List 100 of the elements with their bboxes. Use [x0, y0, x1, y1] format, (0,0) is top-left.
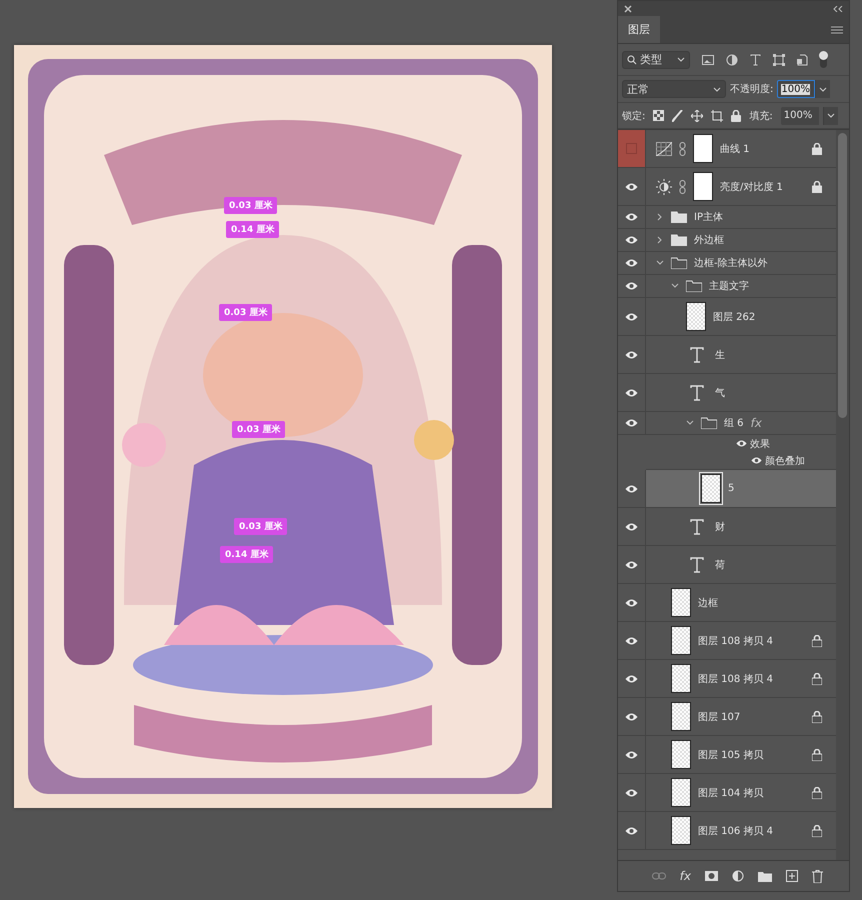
layer-row[interactable]: 荷	[618, 546, 836, 584]
layer-thumbnail[interactable]	[671, 740, 691, 769]
visibility-eye-icon[interactable]	[625, 182, 638, 190]
visibility-eye-icon[interactable]	[625, 636, 638, 644]
add-mask-icon[interactable]	[705, 871, 718, 881]
layer-thumbnail[interactable]	[671, 626, 691, 655]
blend-mode-dropdown[interactable]: 正常	[622, 80, 726, 98]
caret-icon	[819, 86, 828, 92]
visibility-eye-icon[interactable]	[751, 457, 762, 464]
layer-row[interactable]: 图层 104 拷贝	[618, 774, 836, 812]
visibility-eye-icon[interactable]	[625, 419, 638, 427]
fill-field[interactable]: 100%	[780, 106, 819, 124]
layer-name: 生	[715, 348, 725, 362]
opacity-label: 不透明度:	[730, 82, 774, 96]
visibility-eye-icon[interactable]	[625, 788, 638, 796]
type-filter-icon[interactable]	[750, 54, 761, 66]
measurement-label: 0.03 厘米	[219, 304, 272, 321]
layer-row[interactable]: 边框	[618, 584, 836, 622]
scrollbar-thumb[interactable]	[838, 133, 847, 418]
visibility-eye-icon[interactable]	[625, 259, 638, 267]
new-layer-icon[interactable]	[786, 870, 798, 882]
search-icon	[627, 54, 637, 64]
smart-object-filter-icon[interactable]	[797, 54, 808, 66]
visibility-eye-icon[interactable]	[625, 484, 638, 492]
layer-row[interactable]: 气	[618, 374, 836, 412]
layer-name: 图层 108 拷贝 4	[698, 634, 773, 648]
layer-row[interactable]: 图层 106 拷贝 4	[618, 812, 836, 850]
visibility-eye-icon[interactable]	[625, 388, 638, 396]
measurement-label: 0.03 厘米	[234, 518, 288, 535]
layer-thumbnail[interactable]	[671, 702, 691, 731]
layer-mask-thumbnail[interactable]	[693, 172, 713, 201]
lock-icon[interactable]	[731, 110, 742, 122]
layer-row[interactable]: 曲线 1	[618, 130, 836, 168]
layer-row[interactable]: 边框-除主体以外	[618, 252, 836, 275]
layer-row[interactable]: 图层 108 拷贝 4	[618, 660, 836, 698]
layer-thumbnail[interactable]	[701, 474, 721, 503]
layer-name: 5	[728, 483, 734, 494]
visibility-eye-icon[interactable]	[625, 213, 638, 221]
move-icon[interactable]	[691, 110, 704, 122]
folder-icon	[671, 211, 687, 223]
layer-mask-thumbnail[interactable]	[693, 134, 713, 163]
artboard-icon[interactable]	[711, 110, 724, 122]
visibility-toggle[interactable]	[626, 143, 637, 154]
layer-thumbnail[interactable]	[671, 816, 691, 845]
visibility-eye-icon[interactable]	[625, 282, 638, 290]
fill-dropdown[interactable]	[822, 106, 838, 124]
layers-tab[interactable]: 图层	[618, 16, 660, 43]
layer-name: 图层 105 拷贝	[698, 748, 764, 762]
layer-row[interactable]: 主题文字	[618, 275, 836, 298]
measurement-label: 0.03 厘米	[232, 421, 286, 438]
visibility-eye-icon[interactable]	[625, 350, 638, 358]
visibility-eye-icon[interactable]	[736, 440, 747, 447]
visibility-eye-icon[interactable]	[625, 674, 638, 682]
layer-row[interactable]: IP主体	[618, 206, 836, 229]
layer-name: 边框	[698, 596, 718, 610]
lock-transparency-icon[interactable]	[653, 110, 664, 121]
layer-row[interactable]: 图层 107	[618, 698, 836, 736]
layer-row[interactable]: 生	[618, 336, 836, 374]
visibility-eye-icon[interactable]	[625, 522, 638, 530]
measurement-label: 0.14 厘米	[220, 546, 274, 563]
trash-icon[interactable]	[812, 870, 823, 882]
adjustment-layer-icon[interactable]	[732, 870, 744, 882]
visibility-eye-icon[interactable]	[625, 750, 638, 758]
layer-name: 气	[715, 386, 725, 400]
visibility-eye-icon[interactable]	[625, 712, 638, 720]
visibility-eye-icon[interactable]	[625, 560, 638, 568]
visibility-eye-icon[interactable]	[625, 598, 638, 606]
layer-name: 主题文字	[709, 280, 749, 293]
filter-toggle[interactable]	[820, 51, 827, 68]
measurement-label: 0.03 厘米	[224, 197, 278, 214]
measurement-label: 0.14 厘米	[226, 221, 280, 238]
layer-row[interactable]: 组 6 fx	[618, 412, 836, 435]
layer-name: 外边框	[694, 234, 724, 247]
filter-dropdown[interactable]: 类型	[622, 50, 690, 68]
visibility-eye-icon[interactable]	[625, 236, 638, 244]
collapse-icon[interactable]	[833, 6, 843, 12]
layer-row[interactable]: 亮度/对比度 1	[618, 168, 836, 206]
close-icon[interactable]	[624, 4, 632, 12]
brush-icon[interactable]	[672, 110, 684, 122]
layer-thumbnail[interactable]	[686, 302, 706, 331]
layer-row[interactable]: 图层 105 拷贝	[618, 736, 836, 774]
layer-style-icon[interactable]: fx	[680, 869, 691, 883]
shape-filter-icon[interactable]	[773, 54, 785, 66]
layer-thumbnail[interactable]	[671, 588, 691, 617]
fill-label: 填充:	[749, 110, 773, 122]
visibility-eye-icon[interactable]	[625, 826, 638, 834]
layer-row[interactable]: 财	[618, 508, 836, 546]
folder-icon[interactable]	[758, 870, 772, 882]
opacity-dropdown[interactable]	[815, 80, 830, 98]
visibility-eye-icon[interactable]	[625, 312, 638, 320]
layer-row[interactable]: 外边框	[618, 229, 836, 252]
fx-icon[interactable]: fx	[750, 416, 762, 430]
image-filter-icon[interactable]	[702, 54, 714, 64]
layer-row[interactable]: 图层 108 拷贝 4	[618, 622, 836, 660]
brightness-adjustment-icon	[656, 178, 672, 194]
layer-thumbnail[interactable]	[671, 778, 691, 807]
opacity-field[interactable]: 100%	[777, 80, 816, 98]
layer-row[interactable]: 图层 262	[618, 298, 836, 336]
adjustment-filter-icon[interactable]	[726, 54, 738, 66]
layer-thumbnail[interactable]	[671, 664, 691, 693]
